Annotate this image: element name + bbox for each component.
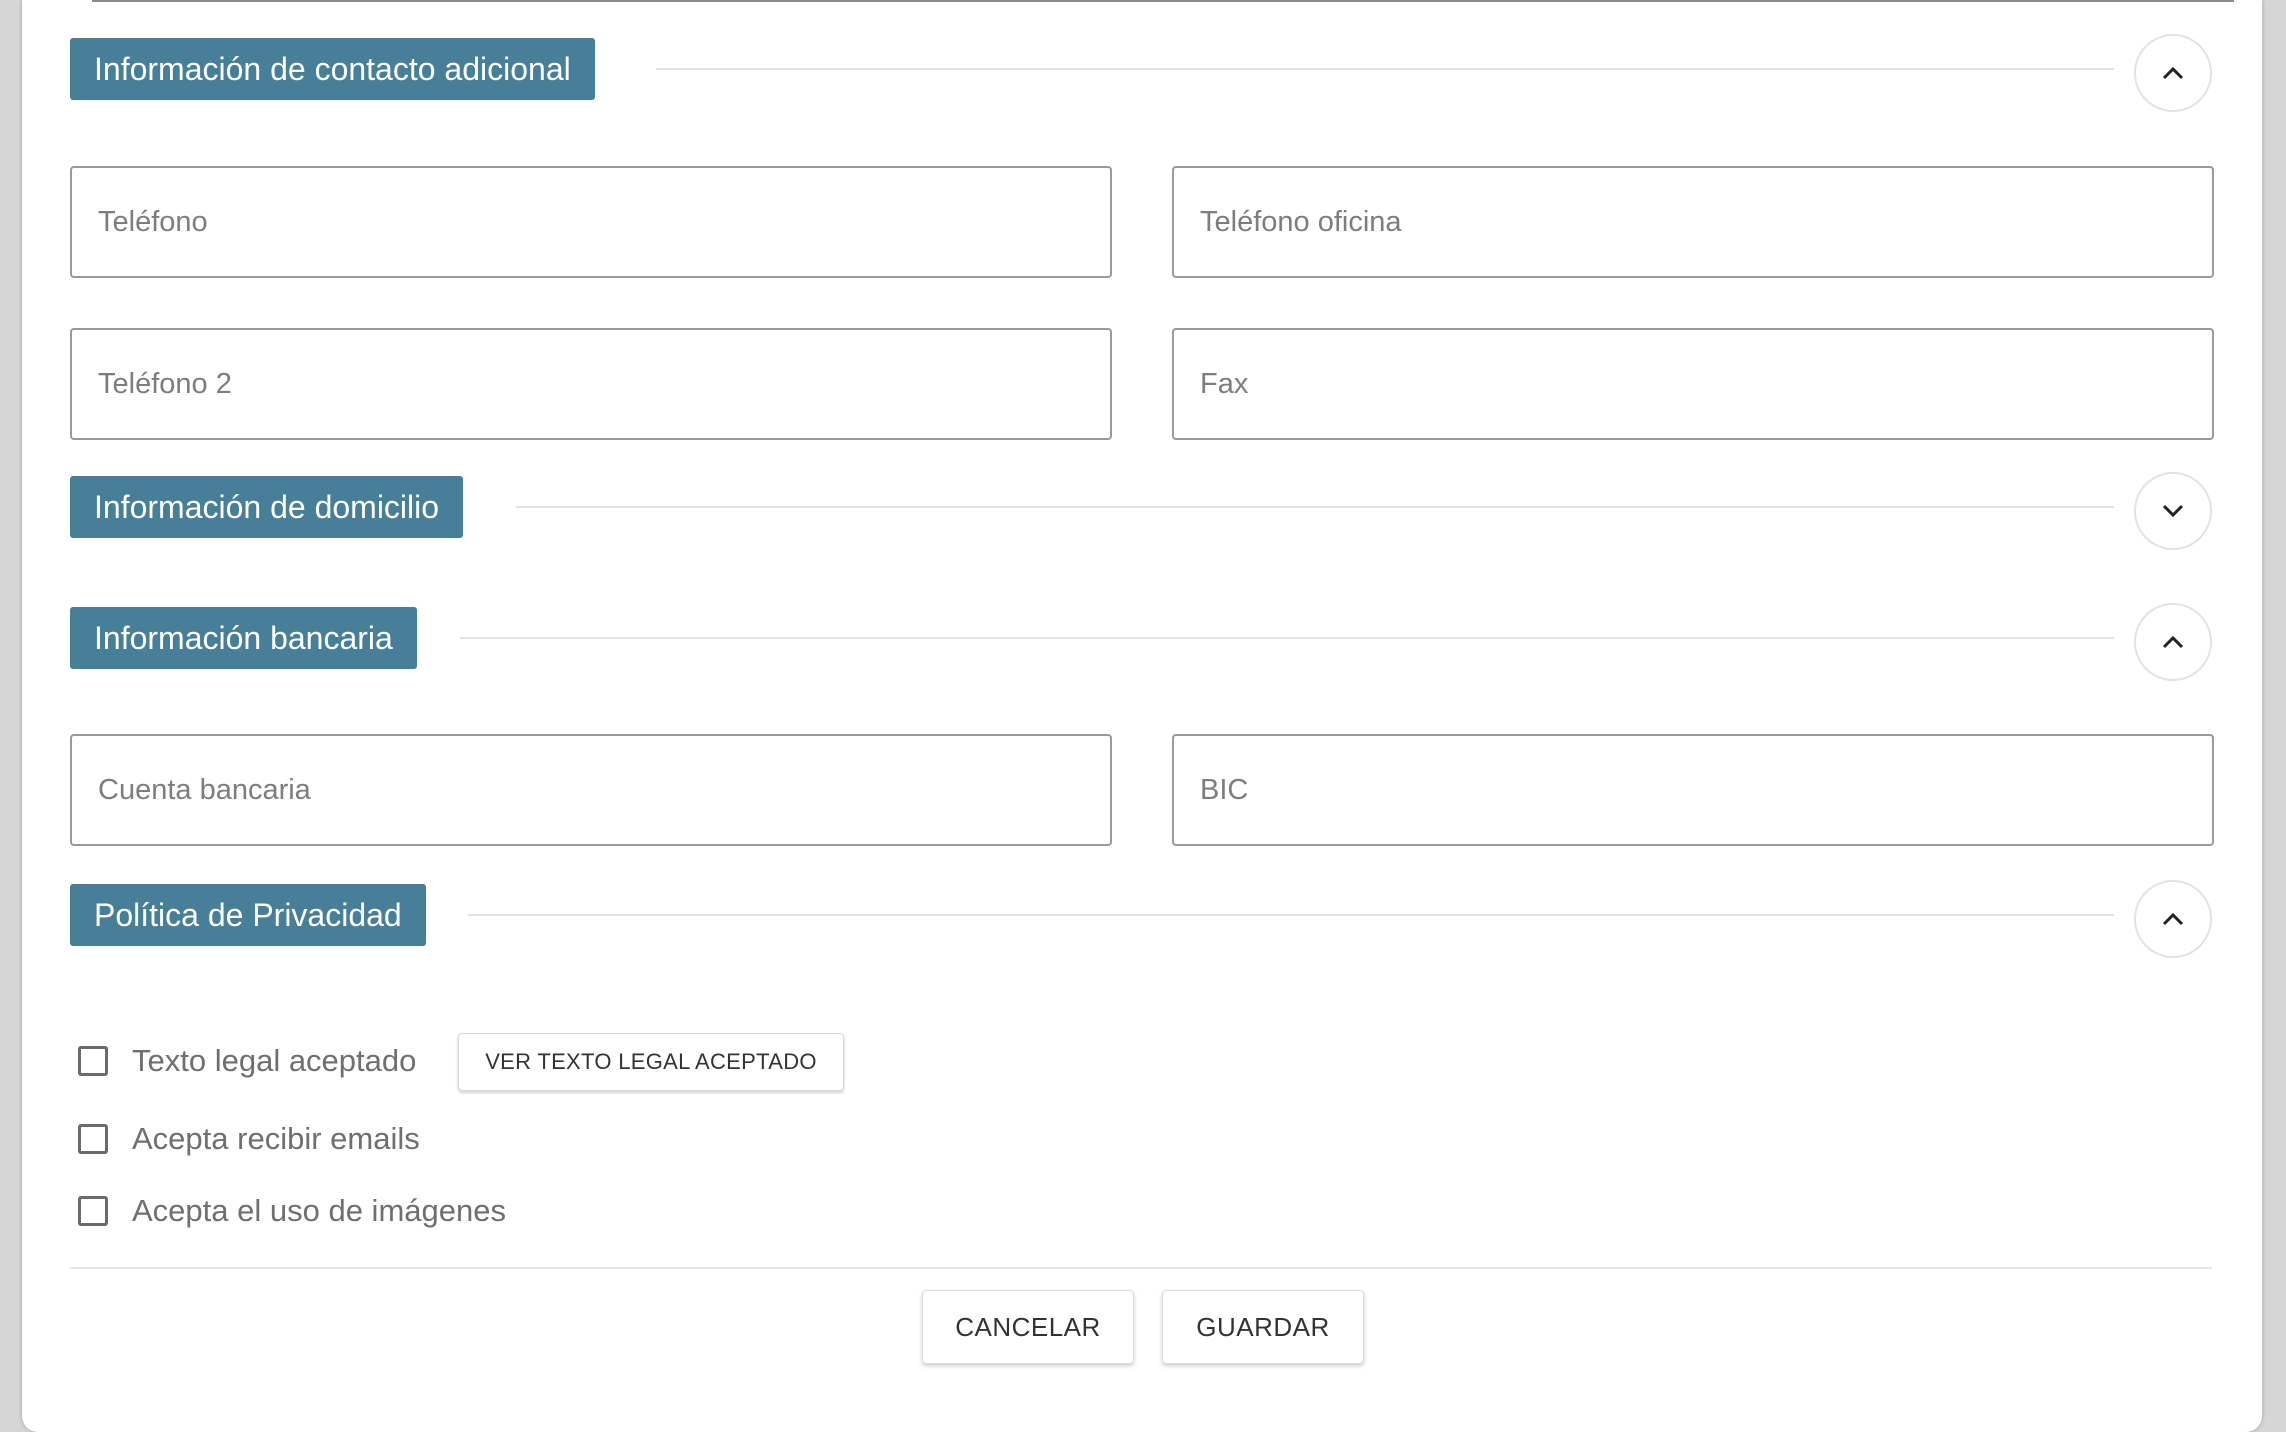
section-address-divider	[516, 506, 2114, 508]
telefono2-field[interactable]	[70, 328, 1112, 440]
section-contact-title: Información de contacto adicional	[70, 38, 595, 100]
chevron-up-icon	[2162, 635, 2184, 649]
section-address-title: Información de domicilio	[70, 476, 464, 538]
fax-input[interactable]	[1174, 330, 2212, 438]
section-contact-divider	[656, 68, 2114, 70]
emails-row: Acepta recibir emails	[78, 1114, 420, 1164]
top-divider	[92, 0, 2234, 2]
section-privacy-divider	[468, 914, 2114, 916]
save-button[interactable]: GUARDAR	[1162, 1290, 1364, 1364]
emails-checkbox[interactable]	[78, 1124, 108, 1154]
section-contact-header: Información de contacto adicional	[70, 34, 2212, 114]
chevron-up-icon	[2162, 912, 2184, 926]
images-label: Acepta el uso de imágenes	[132, 1193, 506, 1228]
section-privacy-toggle[interactable]	[2134, 880, 2212, 958]
cuenta-bancaria-field[interactable]	[70, 734, 1112, 846]
cuenta-bancaria-input[interactable]	[72, 736, 1110, 844]
bic-field[interactable]	[1172, 734, 2214, 846]
legal-text-checkbox[interactable]	[78, 1046, 108, 1076]
section-address-header: Información de domicilio	[70, 472, 2212, 552]
section-bank-title: Información bancaria	[70, 607, 417, 669]
section-bank-toggle[interactable]	[2134, 603, 2212, 681]
telefono-input[interactable]	[72, 168, 1110, 276]
telefono-oficina-field[interactable]	[1172, 166, 2214, 278]
section-bank-divider	[460, 637, 2114, 639]
section-address-toggle[interactable]	[2134, 472, 2212, 550]
fax-field[interactable]	[1172, 328, 2214, 440]
images-row: Acepta el uso de imágenes	[78, 1186, 506, 1236]
section-privacy-header: Política de Privacidad	[70, 880, 2212, 960]
section-contact-toggle[interactable]	[2134, 34, 2212, 112]
images-checkbox[interactable]	[78, 1196, 108, 1226]
emails-label: Acepta recibir emails	[132, 1121, 420, 1156]
chevron-up-icon	[2162, 66, 2184, 80]
cancel-button[interactable]: CANCELAR	[922, 1290, 1134, 1364]
telefono2-input[interactable]	[72, 330, 1110, 438]
view-legal-text-button[interactable]: VER TEXTO LEGAL ACEPTADO	[458, 1033, 844, 1091]
telefono-oficina-input[interactable]	[1174, 168, 2212, 276]
chevron-down-icon	[2162, 504, 2184, 518]
legal-text-row: Texto legal aceptado	[78, 1036, 416, 1086]
bic-input[interactable]	[1174, 736, 2212, 844]
section-privacy-title: Política de Privacidad	[70, 884, 426, 946]
telefono-field[interactable]	[70, 166, 1112, 278]
section-bank-header: Información bancaria	[70, 603, 2212, 683]
footer-divider	[70, 1267, 2212, 1269]
legal-text-label: Texto legal aceptado	[132, 1043, 417, 1078]
